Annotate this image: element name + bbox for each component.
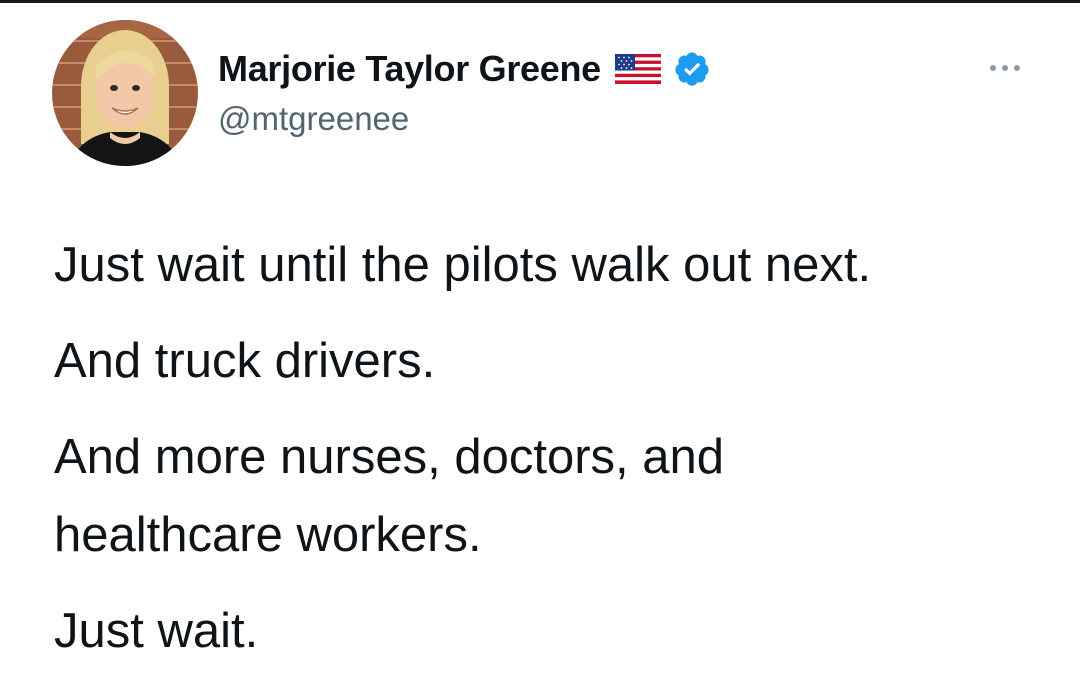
tweet-line: healthcare workers. bbox=[54, 508, 482, 562]
tweet-line: And more nurses, doctors, and bbox=[54, 430, 725, 484]
tweet-paragraph: And more nurses, doctors, and healthcare… bbox=[54, 418, 1044, 574]
tweet-line: And truck drivers. bbox=[54, 334, 436, 388]
author-name-row: Marjorie Taylor Greene bbox=[218, 44, 711, 94]
profile-photo bbox=[52, 20, 198, 166]
author-display-name[interactable]: Marjorie Taylor Greene bbox=[218, 48, 601, 90]
more-options-icon[interactable] bbox=[982, 56, 1028, 80]
author-handle[interactable]: @mtgreenee bbox=[218, 100, 409, 138]
avatar[interactable] bbox=[52, 20, 198, 166]
tweet-paragraph: Just wait until the pilots walk out next… bbox=[54, 226, 1044, 304]
tweet-paragraph: And truck drivers. bbox=[54, 322, 1044, 400]
tweet-card: Marjorie Taylor Greene @mtgreenee Just w… bbox=[0, 0, 1080, 700]
tweet-line: Just wait. bbox=[54, 604, 259, 658]
tweet-line: Just wait until the pilots walk out next… bbox=[54, 238, 872, 292]
tweet-text: Just wait until the pilots walk out next… bbox=[54, 226, 1044, 670]
us-flag-icon bbox=[614, 54, 661, 84]
tweet-paragraph: Just wait. bbox=[54, 592, 1044, 670]
verified-badge-icon bbox=[673, 50, 711, 88]
